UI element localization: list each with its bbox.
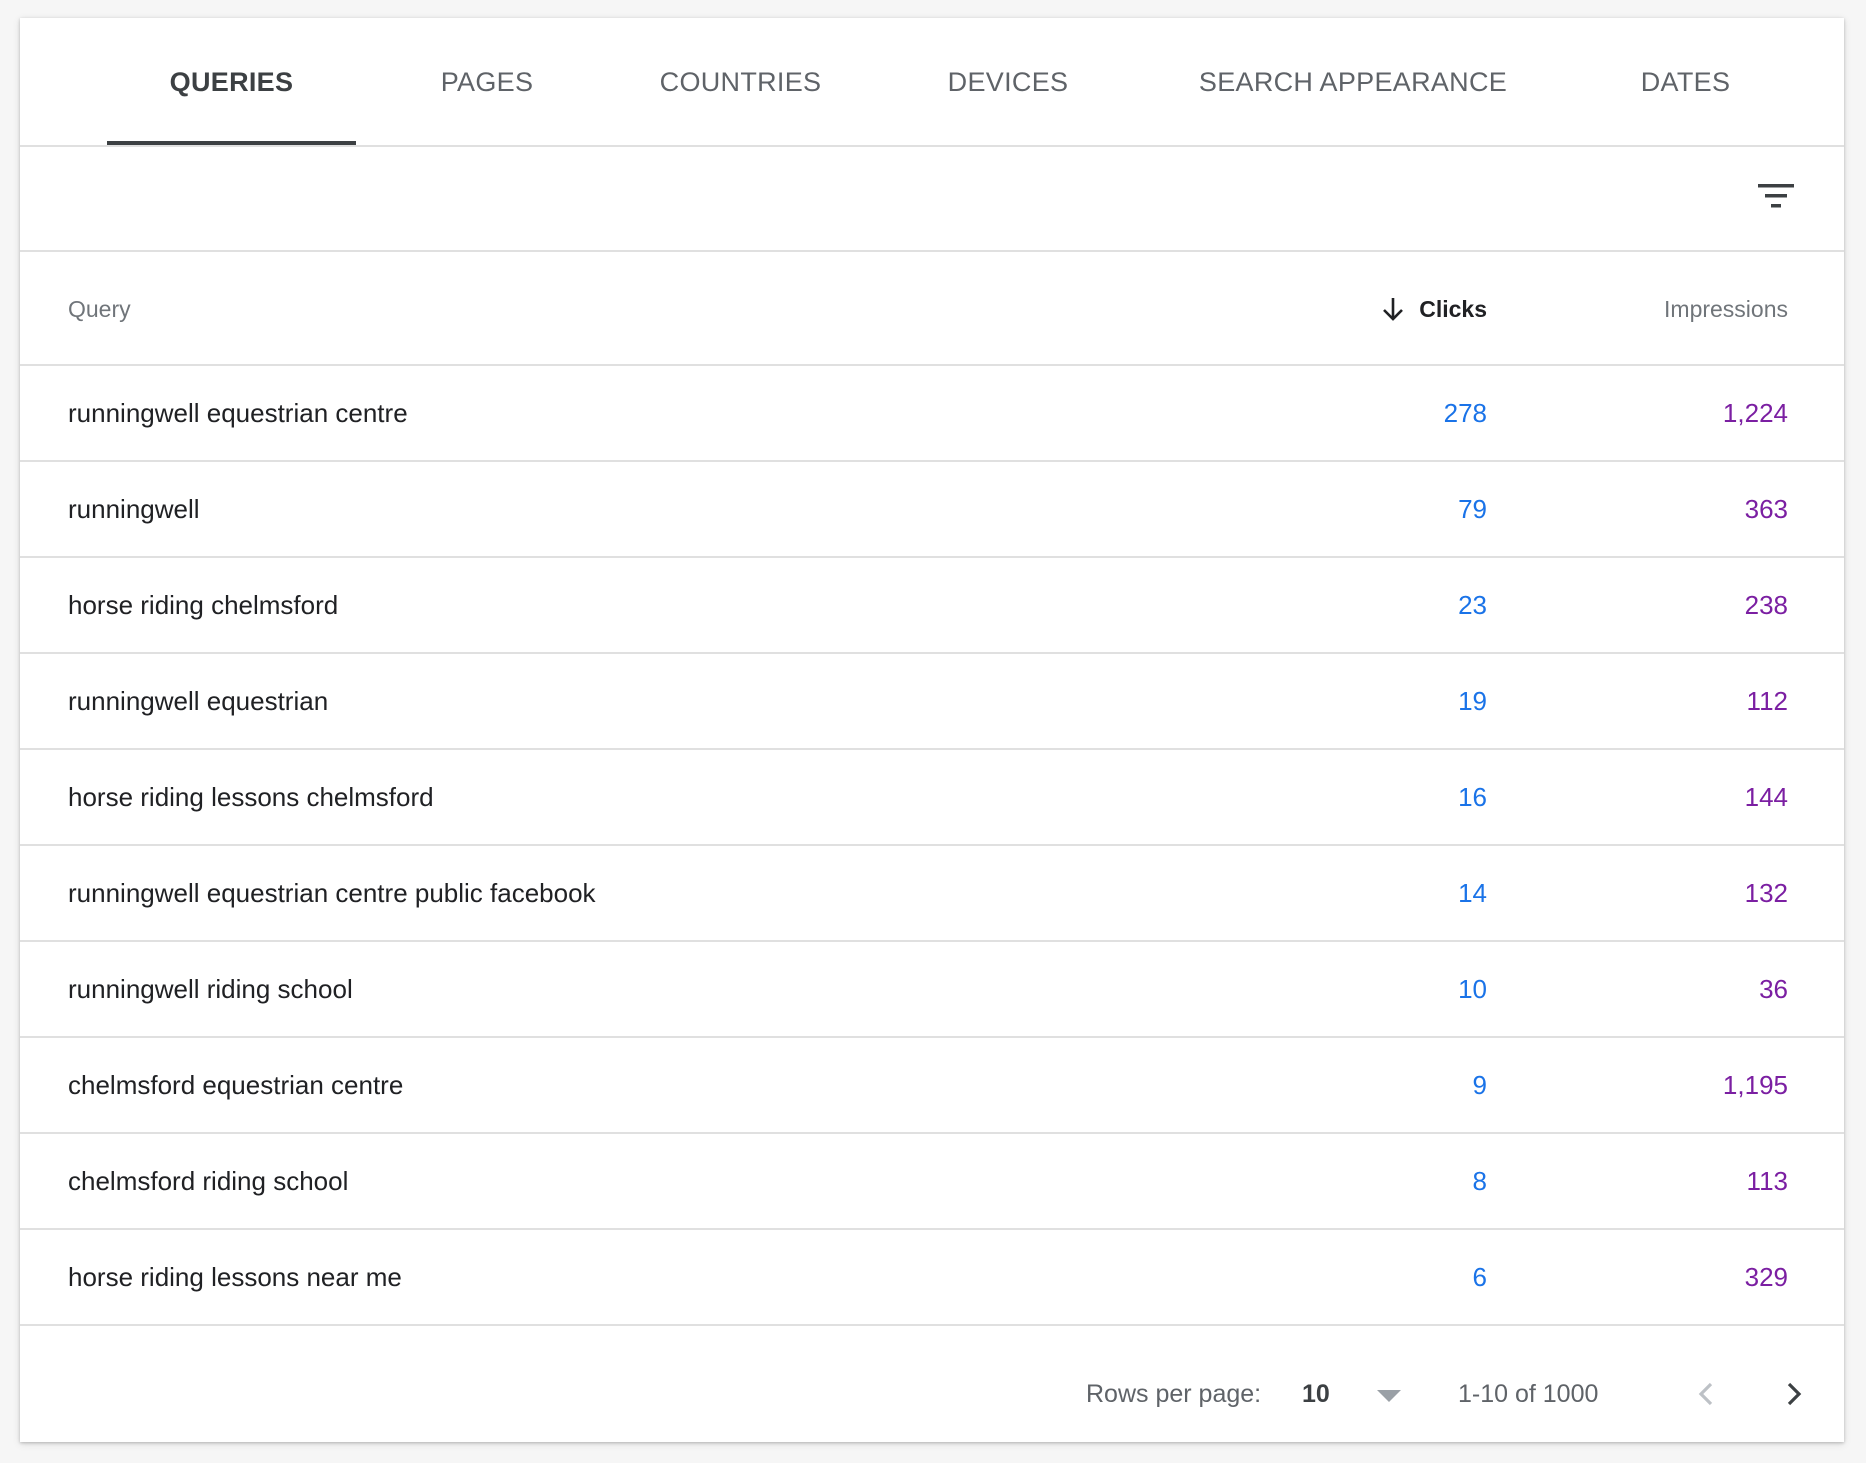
- query-cell: chelmsford equestrian centre: [68, 1069, 404, 1100]
- query-cell: runningwell equestrian: [68, 685, 329, 716]
- rows-per-page-label: Rows per page:: [1086, 1379, 1262, 1408]
- pagination-footer: Rows per page: 10 1-10 of 1000: [20, 1346, 1844, 1442]
- tab-search-appearance[interactable]: SEARCH APPEARANCE: [1156, 18, 1550, 147]
- impressions-cell: 144: [1744, 781, 1788, 812]
- column-header-clicks[interactable]: Clicks: [1379, 252, 1487, 366]
- clicks-header-label: Clicks: [1419, 295, 1487, 322]
- impressions-cell: 238: [1744, 589, 1788, 620]
- arrow-downward-icon: [1379, 295, 1407, 323]
- table-row[interactable]: horse riding lessons chelmsford 16 144: [20, 750, 1844, 846]
- clicks-cell: 278: [1443, 397, 1487, 428]
- impressions-cell: 329: [1744, 1261, 1788, 1292]
- table-toolbar: [20, 147, 1844, 252]
- clicks-cell: 19: [1458, 685, 1487, 716]
- query-cell: horse riding lessons near me: [68, 1261, 402, 1292]
- tab-queries[interactable]: QUERIES: [107, 18, 356, 147]
- query-cell: horse riding lessons chelmsford: [68, 781, 434, 812]
- active-tab-indicator: [107, 141, 356, 145]
- tab-countries[interactable]: COUNTRIES: [616, 18, 865, 147]
- impressions-cell: 132: [1744, 877, 1788, 908]
- clicks-cell: 10: [1458, 973, 1487, 1004]
- arrow-drop-down-icon[interactable]: [1376, 1346, 1402, 1442]
- column-header-impressions[interactable]: Impressions: [1664, 252, 1788, 366]
- impressions-cell: 363: [1744, 493, 1788, 524]
- table-row[interactable]: horse riding lessons near me 6 329: [20, 1230, 1844, 1326]
- impressions-cell: 1,195: [1722, 1069, 1788, 1100]
- column-header-query[interactable]: Query: [68, 252, 131, 366]
- query-cell: runningwell: [68, 493, 200, 524]
- table-row[interactable]: chelmsford riding school 8 113: [20, 1134, 1844, 1230]
- tab-bar: QUERIES PAGES COUNTRIES DEVICES SEARCH A…: [20, 18, 1844, 147]
- tab-dates[interactable]: DATES: [1592, 18, 1779, 147]
- impressions-cell: 1,224: [1722, 397, 1788, 428]
- query-cell: runningwell equestrian centre public fac…: [68, 877, 596, 908]
- clicks-cell: 6: [1472, 1261, 1487, 1292]
- clicks-cell: 14: [1458, 877, 1487, 908]
- tab-pages[interactable]: PAGES: [398, 18, 576, 147]
- table-row[interactable]: chelmsford equestrian centre 9 1,195: [20, 1038, 1844, 1134]
- impressions-cell: 112: [1746, 685, 1788, 716]
- query-cell: chelmsford riding school: [68, 1165, 349, 1196]
- table-row[interactable]: runningwell 79 363: [20, 462, 1844, 558]
- query-cell: horse riding chelmsford: [68, 589, 339, 620]
- clicks-cell: 9: [1472, 1069, 1487, 1100]
- table-row[interactable]: runningwell equestrian 19 112: [20, 654, 1844, 750]
- query-cell: runningwell riding school: [68, 973, 353, 1004]
- pagination-range: 1-10 of 1000: [1458, 1379, 1599, 1408]
- table-header: Query Clicks Impressions: [20, 252, 1844, 366]
- table-row[interactable]: runningwell riding school 10 36: [20, 942, 1844, 1038]
- clicks-cell: 79: [1458, 493, 1487, 524]
- filter-list-icon[interactable]: [1756, 177, 1796, 217]
- chevron-right-icon[interactable]: [1778, 1346, 1808, 1442]
- table-row[interactable]: horse riding chelmsford 23 238: [20, 558, 1844, 654]
- query-cell: runningwell equestrian centre: [68, 397, 408, 428]
- clicks-cell: 23: [1458, 589, 1487, 620]
- rows-per-page-select[interactable]: 10: [1302, 1346, 1330, 1442]
- performance-table-card: QUERIES PAGES COUNTRIES DEVICES SEARCH A…: [20, 18, 1844, 1442]
- impressions-cell: 36: [1759, 973, 1788, 1004]
- table-row[interactable]: runningwell equestrian centre public fac…: [20, 846, 1844, 942]
- chevron-left-icon[interactable]: [1692, 1346, 1722, 1442]
- tab-devices[interactable]: DEVICES: [904, 18, 1112, 147]
- table-body: runningwell equestrian centre 278 1,224 …: [20, 366, 1844, 1326]
- clicks-cell: 16: [1458, 781, 1487, 812]
- table-row[interactable]: runningwell equestrian centre 278 1,224: [20, 366, 1844, 462]
- impressions-cell: 113: [1746, 1165, 1788, 1196]
- clicks-cell: 8: [1472, 1165, 1487, 1196]
